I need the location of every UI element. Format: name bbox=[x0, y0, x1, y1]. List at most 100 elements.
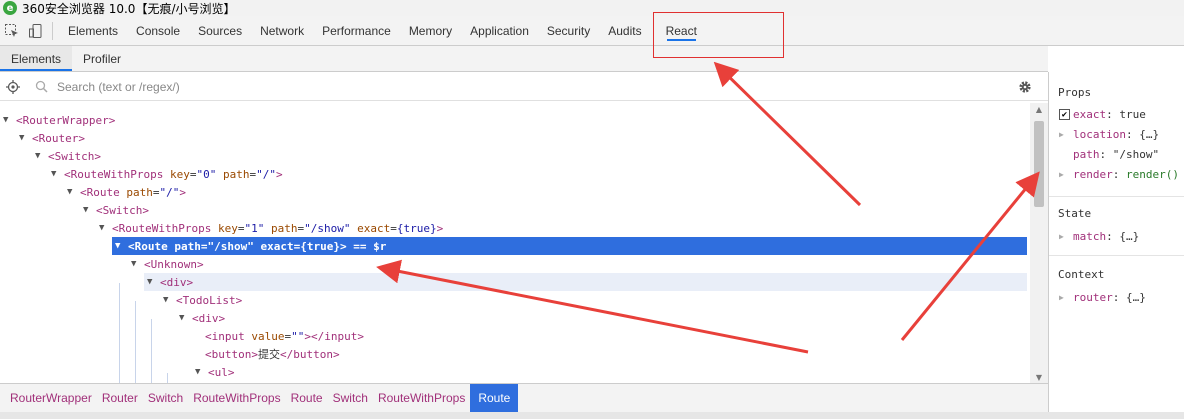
tree-row[interactable]: <input value = "" ></input> bbox=[195, 327, 364, 345]
breadcrumb-item-router[interactable]: Router bbox=[97, 384, 143, 412]
tree-row[interactable]: ▼ <div> bbox=[179, 309, 225, 327]
tree-row[interactable]: ▼ <RouterWrapper> bbox=[3, 111, 115, 129]
context-router[interactable]: ▶ router: {…} bbox=[1059, 291, 1146, 304]
tree-token-plain: 提交 bbox=[257, 348, 280, 361]
breadcrumb-item-routewithprops[interactable]: RouteWithProps bbox=[188, 384, 285, 412]
tree-row[interactable]: ▼ <Switch> bbox=[35, 147, 101, 165]
props-panel: Props State Context ✔ exact: true ▶ locatio… bbox=[1048, 72, 1184, 412]
props-render[interactable]: ▶ render: render() bbox=[1059, 168, 1179, 181]
breadcrumb-item-route[interactable]: Route bbox=[470, 384, 519, 412]
breadcrumb-item-routewithprops[interactable]: RouteWithProps bbox=[373, 384, 470, 412]
tree-scrollbar[interactable]: ▲ ▼ bbox=[1030, 103, 1048, 383]
select-target-icon[interactable] bbox=[1, 79, 25, 94]
tree-row[interactable]: ▼ <Unknown> bbox=[131, 255, 204, 273]
indent-guide bbox=[167, 373, 168, 383]
tree-token-val: "1" bbox=[244, 221, 265, 235]
tree-token-tag: <RouterWrapper> bbox=[16, 113, 116, 127]
expand-arrow-icon[interactable]: ▼ bbox=[67, 187, 80, 197]
tab-application[interactable]: Application bbox=[461, 16, 538, 46]
section-divider bbox=[1049, 196, 1184, 197]
component-tree[interactable]: ▼ <RouterWrapper> ▼ <Router> ▼ <Switch> ▼ <Rout… bbox=[0, 103, 1030, 383]
expand-arrow-icon[interactable]: ▼ bbox=[19, 133, 32, 143]
expand-arrow-icon[interactable]: ▼ bbox=[195, 367, 208, 377]
checkbox-icon[interactable]: ✔ bbox=[1059, 109, 1070, 120]
breadcrumb-item-routerwrapper[interactable]: RouterWrapper bbox=[0, 384, 97, 412]
tree-row[interactable]: ▼ <RouteWithProps key = "1" path = "/show" ex… bbox=[99, 219, 443, 237]
expand-arrow-icon[interactable]: ▼ bbox=[115, 241, 128, 251]
tree-token-plain bbox=[264, 222, 271, 235]
expand-arrow-icon[interactable]: ▶ bbox=[1059, 293, 1073, 302]
props-location[interactable]: ▶ location: {…} bbox=[1059, 128, 1159, 141]
subtab-elements[interactable]: Elements bbox=[0, 46, 73, 71]
tree-row[interactable]: ▼ <ul> bbox=[195, 363, 235, 381]
expand-arrow-icon[interactable]: ▶ bbox=[1059, 170, 1073, 179]
prop-value: true bbox=[1119, 108, 1146, 121]
search-input[interactable] bbox=[57, 79, 957, 94]
tab-memory[interactable]: Memory bbox=[400, 16, 461, 46]
subtab-profiler[interactable]: Profiler bbox=[72, 46, 132, 71]
gear-icon[interactable] bbox=[1017, 79, 1033, 98]
prop-name: render bbox=[1073, 168, 1113, 181]
prop-colon: : bbox=[1106, 108, 1120, 121]
tree-token-plain bbox=[211, 222, 218, 235]
tree-row[interactable]: <button> 提交 </button> bbox=[195, 345, 340, 363]
tree-token-attr: exact bbox=[260, 239, 294, 253]
prop-value: {…} bbox=[1126, 291, 1146, 304]
device-toolbar-icon[interactable] bbox=[24, 19, 48, 43]
tree-row[interactable]: ▼ <RouteWithProps key = "0" path = "/" > bbox=[51, 165, 283, 183]
tab-audits[interactable]: Audits bbox=[599, 16, 650, 46]
expand-arrow-icon[interactable]: ▼ bbox=[163, 295, 176, 305]
search-icon bbox=[35, 80, 49, 93]
tab-performance[interactable]: Performance bbox=[313, 16, 400, 46]
tree-token-val: "" bbox=[291, 329, 305, 343]
tree-token-tag: <Route bbox=[80, 185, 120, 199]
tree-token-val: {true} bbox=[300, 239, 340, 253]
tree-row[interactable]: ▼ <Switch> bbox=[83, 201, 149, 219]
scroll-thumb[interactable] bbox=[1034, 121, 1044, 207]
expand-arrow-icon[interactable]: ▼ bbox=[83, 205, 96, 215]
scroll-up-arrow-icon[interactable]: ▲ bbox=[1030, 103, 1048, 115]
tree-token-tag: <div> bbox=[192, 311, 226, 325]
breadcrumb-item-switch[interactable]: Switch bbox=[328, 384, 373, 412]
tree-token-plain bbox=[254, 240, 261, 253]
tab-sources[interactable]: Sources bbox=[189, 16, 251, 46]
expand-arrow-icon[interactable]: ▼ bbox=[99, 223, 112, 233]
tree-row[interactable]: ▼ <TodoList> bbox=[163, 291, 242, 309]
scroll-down-arrow-icon[interactable]: ▼ bbox=[1030, 371, 1048, 383]
tree-token-val: "/" bbox=[256, 167, 276, 181]
expand-arrow-icon[interactable]: ▼ bbox=[147, 277, 160, 287]
expand-arrow-icon[interactable]: ▶ bbox=[1059, 130, 1073, 139]
breadcrumb-item-route[interactable]: Route bbox=[286, 384, 328, 412]
expand-arrow-icon[interactable]: ▼ bbox=[51, 169, 64, 179]
breadcrumb: RouterWrapper Router Switch RouteWithProps R… bbox=[0, 383, 1048, 412]
tree-token-plain: = bbox=[200, 239, 208, 253]
tree-row[interactable]: ▼ <Route path = "/" > bbox=[67, 183, 186, 201]
tab-elements[interactable]: Elements bbox=[59, 16, 127, 46]
tree-token-plain: = bbox=[237, 221, 245, 235]
breadcrumb-item-switch[interactable]: Switch bbox=[143, 384, 188, 412]
prop-colon: : bbox=[1125, 128, 1140, 141]
tree-token-plain bbox=[350, 222, 357, 235]
search-bar bbox=[0, 73, 1048, 101]
expand-arrow-icon[interactable]: ▼ bbox=[131, 259, 144, 269]
tree-row-selected[interactable]: ▼ <Route path = "/show" exact = {true} > == $r bbox=[112, 237, 1027, 255]
expand-arrow-icon[interactable]: ▶ bbox=[1059, 232, 1073, 241]
props-exact[interactable]: ✔ exact: true bbox=[1059, 108, 1146, 121]
expand-arrow-icon[interactable]: ▼ bbox=[179, 313, 192, 323]
state-match[interactable]: ▶ match: {…} bbox=[1059, 230, 1139, 243]
tree-row[interactable]: ▼ <div> bbox=[144, 273, 1027, 291]
tree-row[interactable]: ▼ <Router> bbox=[19, 129, 85, 147]
tree-token-attr: key bbox=[217, 221, 238, 235]
prop-name: location bbox=[1073, 128, 1126, 141]
tree-token-tag: <div> bbox=[160, 275, 194, 289]
tree-token-tag: <RouteWithProps bbox=[112, 221, 212, 235]
tree-token-tag: <Router> bbox=[32, 131, 85, 145]
tab-security[interactable]: Security bbox=[538, 16, 599, 46]
prop-colon: : bbox=[1099, 148, 1113, 161]
expand-arrow-icon[interactable]: ▼ bbox=[3, 115, 16, 125]
expand-arrow-icon[interactable]: ▼ bbox=[35, 151, 48, 161]
tree-token-plain: = bbox=[293, 239, 301, 253]
tab-console[interactable]: Console bbox=[127, 16, 189, 46]
tab-network[interactable]: Network bbox=[251, 16, 313, 46]
inspect-element-icon[interactable] bbox=[0, 19, 24, 43]
